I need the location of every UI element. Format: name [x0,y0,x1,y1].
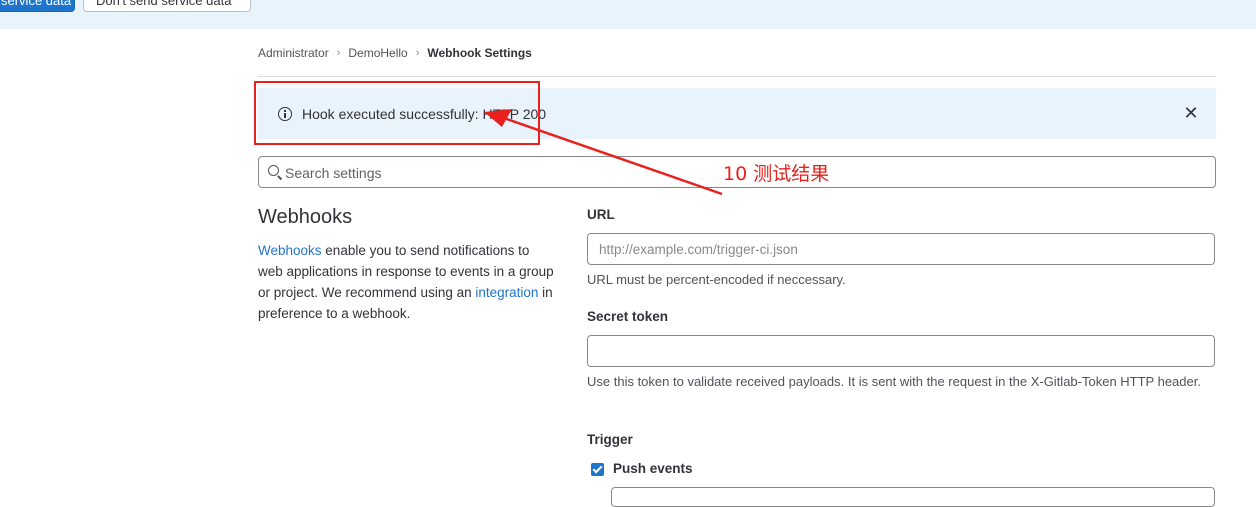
trigger-label: Trigger [587,432,633,447]
url-input[interactable] [587,233,1215,265]
push-events-branch-filter-input[interactable] [611,487,1215,507]
section-description: Webhooks enable you to send notification… [258,240,556,324]
annotation-label: 10 测试结果 [723,163,830,185]
url-help-text: URL must be percent-encoded if neccessar… [587,272,846,287]
integration-link[interactable]: integration [475,285,538,300]
secret-token-label: Secret token [587,309,669,324]
secret-token-input[interactable] [587,335,1215,367]
webhooks-link[interactable]: Webhooks [258,243,322,258]
push-events-label[interactable]: Push events [613,461,693,476]
url-label: URL [587,207,615,222]
push-events-checkbox[interactable] [591,463,604,476]
section-title: Webhooks [258,206,353,228]
secret-token-help-text: Use this token to validate received payl… [587,374,1201,389]
